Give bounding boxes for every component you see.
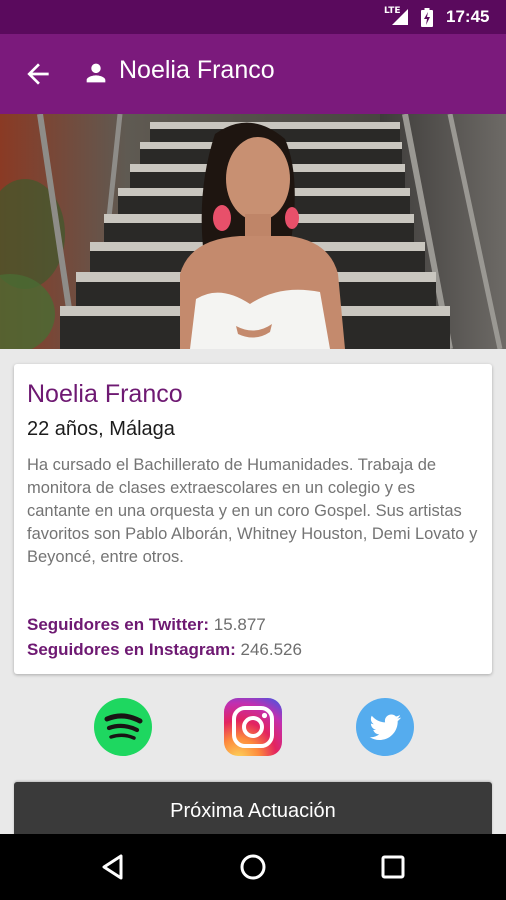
nav-back-icon[interactable] — [97, 850, 131, 884]
page-title: Noelia Franco — [119, 56, 275, 84]
person-icon — [86, 63, 106, 83]
twitter-icon[interactable] — [355, 697, 415, 757]
arrow-back-icon[interactable] — [22, 58, 54, 90]
next-performance-button[interactable]: Próxima Actuación — [14, 782, 492, 836]
spotify-icon[interactable] — [93, 697, 153, 757]
profile-name: Noelia Franco — [27, 380, 183, 408]
clock: 17:45 — [446, 7, 490, 26]
signal-icon — [392, 9, 408, 25]
profile-card: Noelia Franco 22 años, Málaga Ha cursado… — [14, 364, 492, 674]
system-nav-bar — [0, 834, 506, 900]
profile-age-city: 22 años, Málaga — [27, 418, 175, 440]
instagram-followers-label: Seguidores en Instagram: — [27, 640, 236, 659]
profile-bio: Ha cursado el Bachillerato de Humanidade… — [27, 456, 478, 566]
battery-icon — [421, 8, 433, 27]
instagram-followers: Seguidores en Instagram: 246.526 — [27, 640, 302, 660]
twitter-followers-value: 15.877 — [213, 615, 266, 634]
instagram-followers-value: 246.526 — [240, 640, 302, 659]
profile-photo — [0, 114, 506, 349]
twitter-followers-label: Seguidores en Twitter: — [27, 615, 209, 634]
nav-home-icon[interactable] — [236, 850, 270, 884]
instagram-icon[interactable] — [223, 697, 283, 757]
twitter-followers: Seguidores en Twitter: 15.877 — [27, 615, 266, 635]
app-bar: Noelia Franco — [0, 34, 506, 114]
status-bar: LTE 17:45 — [0, 0, 506, 34]
nav-recents-icon[interactable] — [376, 850, 410, 884]
